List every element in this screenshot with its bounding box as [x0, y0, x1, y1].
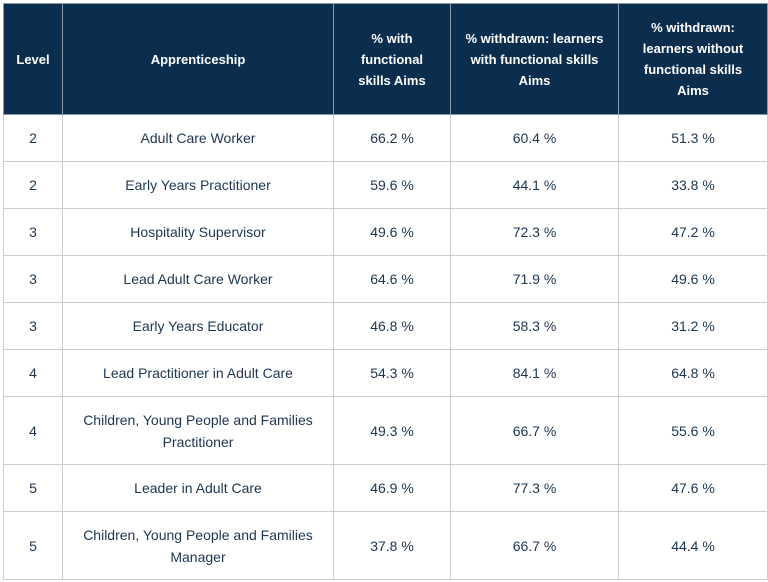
cell-level: 3: [3, 255, 63, 303]
cell-pct-with: 49.3 %: [333, 396, 451, 465]
cell-pct-with: 46.9 %: [333, 464, 451, 512]
cell-apprenticeship: Early Years Educator: [62, 302, 334, 350]
cell-level: 4: [3, 349, 63, 397]
cell-withdrawn-without: 47.6 %: [618, 464, 768, 512]
cell-apprenticeship: Adult Care Worker: [62, 114, 334, 162]
cell-withdrawn-with: 71.9 %: [450, 255, 619, 303]
table-row: 5 Leader in Adult Care 46.9 % 77.3 % 47.6 %: [3, 464, 768, 512]
cell-apprenticeship: Leader in Adult Care: [62, 464, 334, 512]
cell-pct-with: 37.8 %: [333, 511, 451, 580]
cell-withdrawn-with: 66.7 %: [450, 511, 619, 580]
table-row: 4 Lead Practitioner in Adult Care 54.3 % 84…: [3, 349, 768, 397]
header-level: Level: [3, 3, 63, 115]
cell-withdrawn-without: 49.6 %: [618, 255, 768, 303]
cell-pct-with: 66.2 %: [333, 114, 451, 162]
table-row: 3 Early Years Educator 46.8 % 58.3 % 31.2 %: [3, 302, 768, 350]
cell-withdrawn-without: 51.3 %: [618, 114, 768, 162]
cell-apprenticeship: Hospitality Supervisor: [62, 208, 334, 256]
header-withdrawn-with: % withdrawn: learners with functional sk…: [450, 3, 619, 115]
table-row: 2 Adult Care Worker 66.2 % 60.4 % 51.3 %: [3, 114, 768, 162]
cell-apprenticeship: Early Years Practitioner: [62, 161, 334, 209]
cell-level: 5: [3, 511, 63, 580]
cell-pct-with: 54.3 %: [333, 349, 451, 397]
cell-withdrawn-without: 64.8 %: [618, 349, 768, 397]
cell-pct-with: 49.6 %: [333, 208, 451, 256]
cell-withdrawn-with: 77.3 %: [450, 464, 619, 512]
cell-level: 3: [3, 208, 63, 256]
cell-withdrawn-without: 47.2 %: [618, 208, 768, 256]
table-row: 5 Children, Young People and Families Man…: [3, 511, 768, 580]
table-row: 3 Lead Adult Care Worker 64.6 % 71.9 % 49.6 …: [3, 255, 768, 303]
cell-pct-with: 46.8 %: [333, 302, 451, 350]
cell-withdrawn-with: 84.1 %: [450, 349, 619, 397]
cell-pct-with: 64.6 %: [333, 255, 451, 303]
cell-withdrawn-with: 66.7 %: [450, 396, 619, 465]
cell-withdrawn-without: 55.6 %: [618, 396, 768, 465]
header-row: Level Apprenticeship % with functional s…: [3, 3, 768, 115]
table-row: 3 Hospitality Supervisor 49.6 % 72.3 % 47.2 …: [3, 208, 768, 256]
cell-apprenticeship: Children, Young People and Families Mana…: [62, 511, 334, 580]
header-apprenticeship: Apprenticeship: [62, 3, 334, 115]
cell-apprenticeship: Children, Young People and Families Prac…: [62, 396, 334, 465]
cell-withdrawn-without: 31.2 %: [618, 302, 768, 350]
cell-withdrawn-with: 60.4 %: [450, 114, 619, 162]
cell-withdrawn-with: 72.3 %: [450, 208, 619, 256]
cell-withdrawn-with: 58.3 %: [450, 302, 619, 350]
cell-level: 4: [3, 396, 63, 465]
cell-withdrawn-without: 33.8 %: [618, 161, 768, 209]
cell-level: 3: [3, 302, 63, 350]
cell-level: 5: [3, 464, 63, 512]
apprenticeship-functional-skills-table: Level Apprenticeship % with functional s…: [3, 3, 768, 580]
table-row: 2 Early Years Practitioner 59.6 % 44.1 % 33.…: [3, 161, 768, 209]
header-pct-with: % with functional skills Aims: [333, 3, 451, 115]
cell-level: 2: [3, 161, 63, 209]
cell-apprenticeship: Lead Adult Care Worker: [62, 255, 334, 303]
header-withdrawn-without: % withdrawn: learners without functional…: [618, 3, 768, 115]
table-row: 4 Children, Young People and Families Pra…: [3, 396, 768, 465]
cell-level: 2: [3, 114, 63, 162]
cell-apprenticeship: Lead Practitioner in Adult Care: [62, 349, 334, 397]
cell-withdrawn-with: 44.1 %: [450, 161, 619, 209]
cell-pct-with: 59.6 %: [333, 161, 451, 209]
cell-withdrawn-without: 44.4 %: [618, 511, 768, 580]
